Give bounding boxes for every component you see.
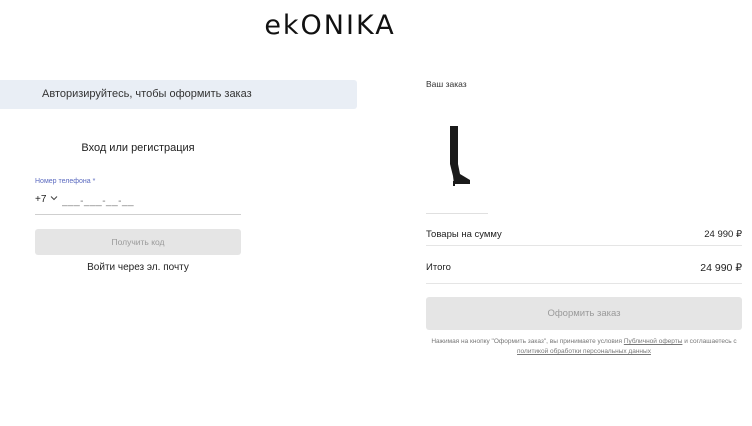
email-login-link[interactable]: Войти через эл. почту (35, 262, 241, 273)
phone-input[interactable] (62, 192, 232, 210)
thumbnail-divider (426, 213, 488, 214)
total-divider (426, 283, 742, 284)
total-value: 24 990 ₽ (700, 262, 742, 274)
country-code[interactable]: +7 (35, 194, 46, 205)
boot-image[interactable] (440, 124, 476, 186)
privacy-policy-link[interactable]: политикой обработки персональных данных (517, 348, 651, 355)
subtotal-label: Товары на сумму (426, 229, 502, 240)
subtotal-value: 24 990 ₽ (704, 229, 742, 240)
checkout-button[interactable]: Оформить заказ (426, 297, 742, 330)
terms-middle: и соглашаетесь с (682, 338, 737, 345)
auth-banner: Авторизируйтесь, чтобы оформить заказ (0, 80, 357, 109)
brand-logo[interactable]: ekONIKA (0, 10, 660, 41)
login-title: Вход или регистрация (81, 142, 195, 154)
terms-text: Нажимая на кнопку "Оформить заказ", вы п… (426, 337, 742, 357)
summary-divider (426, 245, 742, 246)
get-code-button[interactable]: Получить код (35, 229, 241, 255)
order-title: Ваш заказ (426, 79, 467, 89)
public-offer-link[interactable]: Публичной оферты (624, 338, 683, 345)
terms-prefix: Нажимая на кнопку "Оформить заказ", вы п… (431, 338, 624, 345)
chevron-down-icon[interactable] (50, 194, 58, 202)
phone-field: +7 (35, 192, 241, 215)
phone-field-label: Номер телефона * (35, 178, 96, 185)
total-label: Итого (426, 262, 451, 273)
